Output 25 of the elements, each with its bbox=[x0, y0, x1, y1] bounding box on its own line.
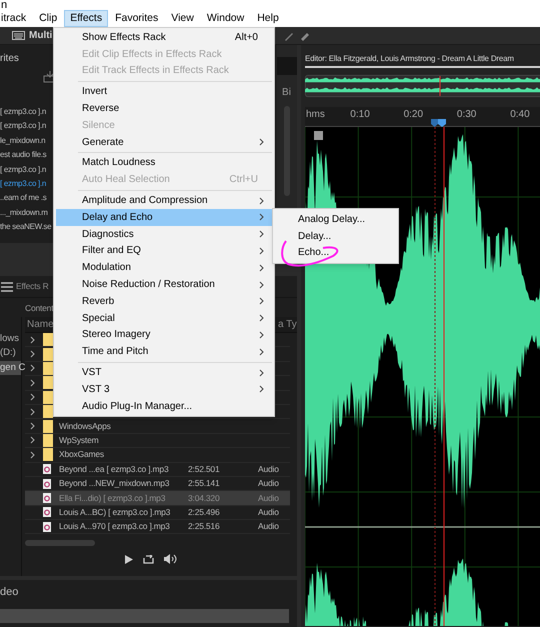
column-label: Bi bbox=[282, 86, 291, 100]
file-name: Ella Fi...dio) [ ezmp3.co ].mp3 bbox=[59, 492, 166, 503]
file-name: Louis A...970 [ ezmp3.co ].mp3 bbox=[59, 521, 170, 532]
type-cell: Audio bbox=[258, 506, 279, 519]
duration-cell: 2:25.496 bbox=[188, 507, 220, 517]
panel-title: deo bbox=[0, 585, 20, 600]
file-name: Beyond ...NEW_mixdown.mp3 bbox=[59, 478, 170, 488]
duration-cell: 3:04.320 bbox=[188, 492, 220, 503]
type-cell: Audio bbox=[258, 462, 279, 476]
window-title: n bbox=[0, 1, 8, 10]
folder-name: WindowsApps bbox=[59, 420, 111, 432]
ruler-label: 0:40 bbox=[510, 109, 531, 121]
duration-cell: 2:55.141 bbox=[188, 478, 220, 488]
folder-name: XboxGames bbox=[59, 448, 104, 462]
editor-title: Editor: Ella Fitzgerald, Louis Armstrong - Dream A Little Dream bbox=[305, 52, 514, 64]
type-cell: Audio bbox=[258, 477, 279, 490]
duration-cell: 2:52.501 bbox=[188, 464, 220, 474]
type-cell: Audio bbox=[258, 492, 279, 504]
duration-cell: 2:25.516 bbox=[188, 521, 220, 532]
content-label: Content bbox=[25, 302, 54, 314]
panel-title: rites bbox=[0, 52, 19, 66]
file-name: Louis A...BC) [ ezmp3.co ].mp3 bbox=[59, 507, 170, 517]
folder-name: WpSystem bbox=[59, 434, 98, 447]
type-cell: Audio bbox=[258, 520, 279, 534]
file-name: Beyond ...ea [ ezmp3.co ].mp3 bbox=[59, 464, 168, 474]
